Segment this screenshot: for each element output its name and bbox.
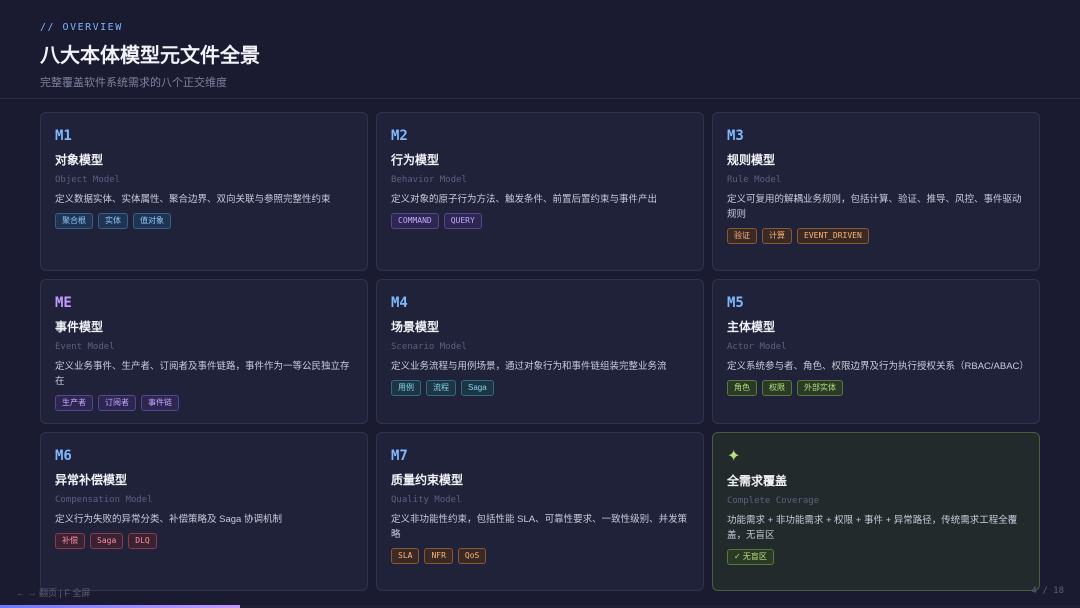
card-code: M5 <box>727 295 744 311</box>
card-scenario-model: M4 场景模型 Scenario Model 定义业务流程与用例场景，通过对象行… <box>376 279 704 424</box>
tag: 聚合根 <box>55 213 93 229</box>
card-description: 定义可复用的解耦业务规则，包括计算、验证、推导、风控、事件驱动规则 <box>727 194 1022 220</box>
card-object-model: M1 对象模型 Object Model 定义数据实体、实体属性、聚合边界、双向… <box>40 112 368 271</box>
card-subtitle: Actor Model <box>727 342 787 352</box>
card-description: 定义数据实体、实体属性、聚合边界、双向关联与参照完整性约束 <box>55 194 331 205</box>
tag-list: 角色 权限 外部实体 <box>727 380 1025 396</box>
card-subtitle: Complete Coverage <box>727 496 820 506</box>
card-subtitle: Compensation Model <box>55 495 153 505</box>
keyboard-nav-hint: ← → 翻页 | F 全屏 <box>16 588 91 598</box>
card-description: 功能需求 + 非功能需求 + 权限 + 事件 + 异常路径，传统需求工程全覆盖，… <box>727 515 1018 541</box>
header-divider <box>0 98 1080 99</box>
tag-list: 聚合根 实体 值对象 <box>55 213 353 229</box>
tag: SLA <box>391 548 420 564</box>
card-description: 定义行为失败的异常分类、补偿策略及 Saga 协调机制 <box>55 514 282 525</box>
tag: 计算 <box>762 228 792 244</box>
slide-header: // OVERVIEW 八大本体模型元文件全景 完整覆盖软件系统需求的八个正交维… <box>40 22 260 90</box>
tag: QoS <box>457 548 487 564</box>
tag: QUERY <box>443 213 482 229</box>
tag-list: COMMAND QUERY <box>391 213 689 229</box>
card-description: 定义对象的原子行为方法、触发条件、前置后置约束与事件产出 <box>391 194 658 205</box>
tag: 订阅者 <box>98 395 136 411</box>
card-code: M2 <box>391 128 408 144</box>
card-title: 规则模型 <box>727 153 776 167</box>
tag-list: 生产者 订阅者 事件链 <box>55 395 353 411</box>
card-description: 定义系统参与者、角色、权限边界及行为执行授权关系（RBAC/ABAC） <box>727 361 1029 372</box>
tag: 事件链 <box>141 395 179 411</box>
card-description: 定义业务事件、生产者、订阅者及事件链路，事件作为一等公民独立存在 <box>55 361 350 387</box>
tag: 角色 <box>727 380 757 396</box>
page-subtitle: 完整覆盖软件系统需求的八个正交维度 <box>40 77 227 89</box>
card-title: 对象模型 <box>55 153 104 167</box>
tag-list: 补偿 Saga DLQ <box>55 533 353 549</box>
tag: 实体 <box>98 213 128 229</box>
card-description: 定义业务流程与用例场景，通过对象行为和事件链组装完整业务流 <box>391 361 667 372</box>
card-subtitle: Quality Model <box>391 495 462 505</box>
tag: NFR <box>424 548 453 564</box>
card-title: 异常补偿模型 <box>55 473 128 487</box>
card-subtitle: Scenario Model <box>391 342 467 352</box>
no-blind-spot-badge: ✓ 无盲区 <box>727 549 774 565</box>
card-code: M1 <box>55 128 72 144</box>
card-title: 行为模型 <box>391 153 440 167</box>
tag: 权限 <box>762 380 792 396</box>
tag: 补偿 <box>55 533 85 549</box>
tag: 生产者 <box>55 395 93 411</box>
card-compensation-model: M6 异常补偿模型 Compensation Model 定义行为失败的异常分类… <box>40 432 368 591</box>
tag: 外部实体 <box>797 380 843 396</box>
card-subtitle: Event Model <box>55 342 115 352</box>
card-actor-model: M5 主体模型 Actor Model 定义系统参与者、角色、权限边界及行为执行… <box>712 279 1040 424</box>
card-code: M6 <box>55 448 72 464</box>
card-code: ME <box>55 295 72 311</box>
card-event-model: ME 事件模型 Event Model 定义业务事件、生产者、订阅者及事件链路，… <box>40 279 368 424</box>
card-code: M3 <box>727 128 744 144</box>
card-behavior-model: M2 行为模型 Behavior Model 定义对象的原子行为方法、触发条件、… <box>376 112 704 271</box>
card-title: 全需求覆盖 <box>727 474 788 488</box>
card-code: M4 <box>391 295 408 311</box>
card-code: M7 <box>391 448 408 464</box>
tag-list: SLA NFR QoS <box>391 548 689 564</box>
tag: 值对象 <box>133 213 171 229</box>
tag-list: 用例 流程 Saga <box>391 380 689 396</box>
tag: COMMAND <box>391 213 439 229</box>
card-title: 事件模型 <box>55 320 104 334</box>
card-subtitle: Behavior Model <box>391 175 467 185</box>
card-subtitle: Object Model <box>55 175 121 185</box>
tag: 验证 <box>727 228 757 244</box>
card-quality-model: M7 质量约束模型 Quality Model 定义非功能性约束，包括性能 SL… <box>376 432 704 591</box>
card-complete-coverage: ✦ 全需求覆盖 Complete Coverage 功能需求 + 非功能需求 +… <box>712 432 1040 591</box>
sparkle-icon: ✦ <box>727 448 741 465</box>
page-title: 八大本体模型元文件全景 <box>40 45 260 67</box>
tag: 流程 <box>426 380 456 396</box>
tag-list: ✓ 无盲区 <box>727 549 1025 565</box>
card-subtitle: Rule Model <box>727 175 782 185</box>
eyebrow-label: // OVERVIEW <box>40 22 123 33</box>
page-indicator: 4 / 18 <box>1031 586 1064 596</box>
card-title: 质量约束模型 <box>391 473 464 487</box>
card-title: 主体模型 <box>727 320 776 334</box>
tag: EVENT_DRIVEN <box>797 228 869 244</box>
tag: 用例 <box>391 380 421 396</box>
tag: DLQ <box>128 533 157 549</box>
card-title: 场景模型 <box>391 320 440 334</box>
tag-list: 验证 计算 EVENT_DRIVEN <box>727 228 1025 244</box>
model-grid: M1 对象模型 Object Model 定义数据实体、实体属性、聚合边界、双向… <box>40 112 1040 591</box>
tag: Saga <box>461 380 494 396</box>
card-rule-model: M3 规则模型 Rule Model 定义可复用的解耦业务规则，包括计算、验证、… <box>712 112 1040 271</box>
card-description: 定义非功能性约束，包括性能 SLA、可靠性要求、一致性级别、并发策略 <box>391 514 688 540</box>
tag: Saga <box>90 533 124 549</box>
